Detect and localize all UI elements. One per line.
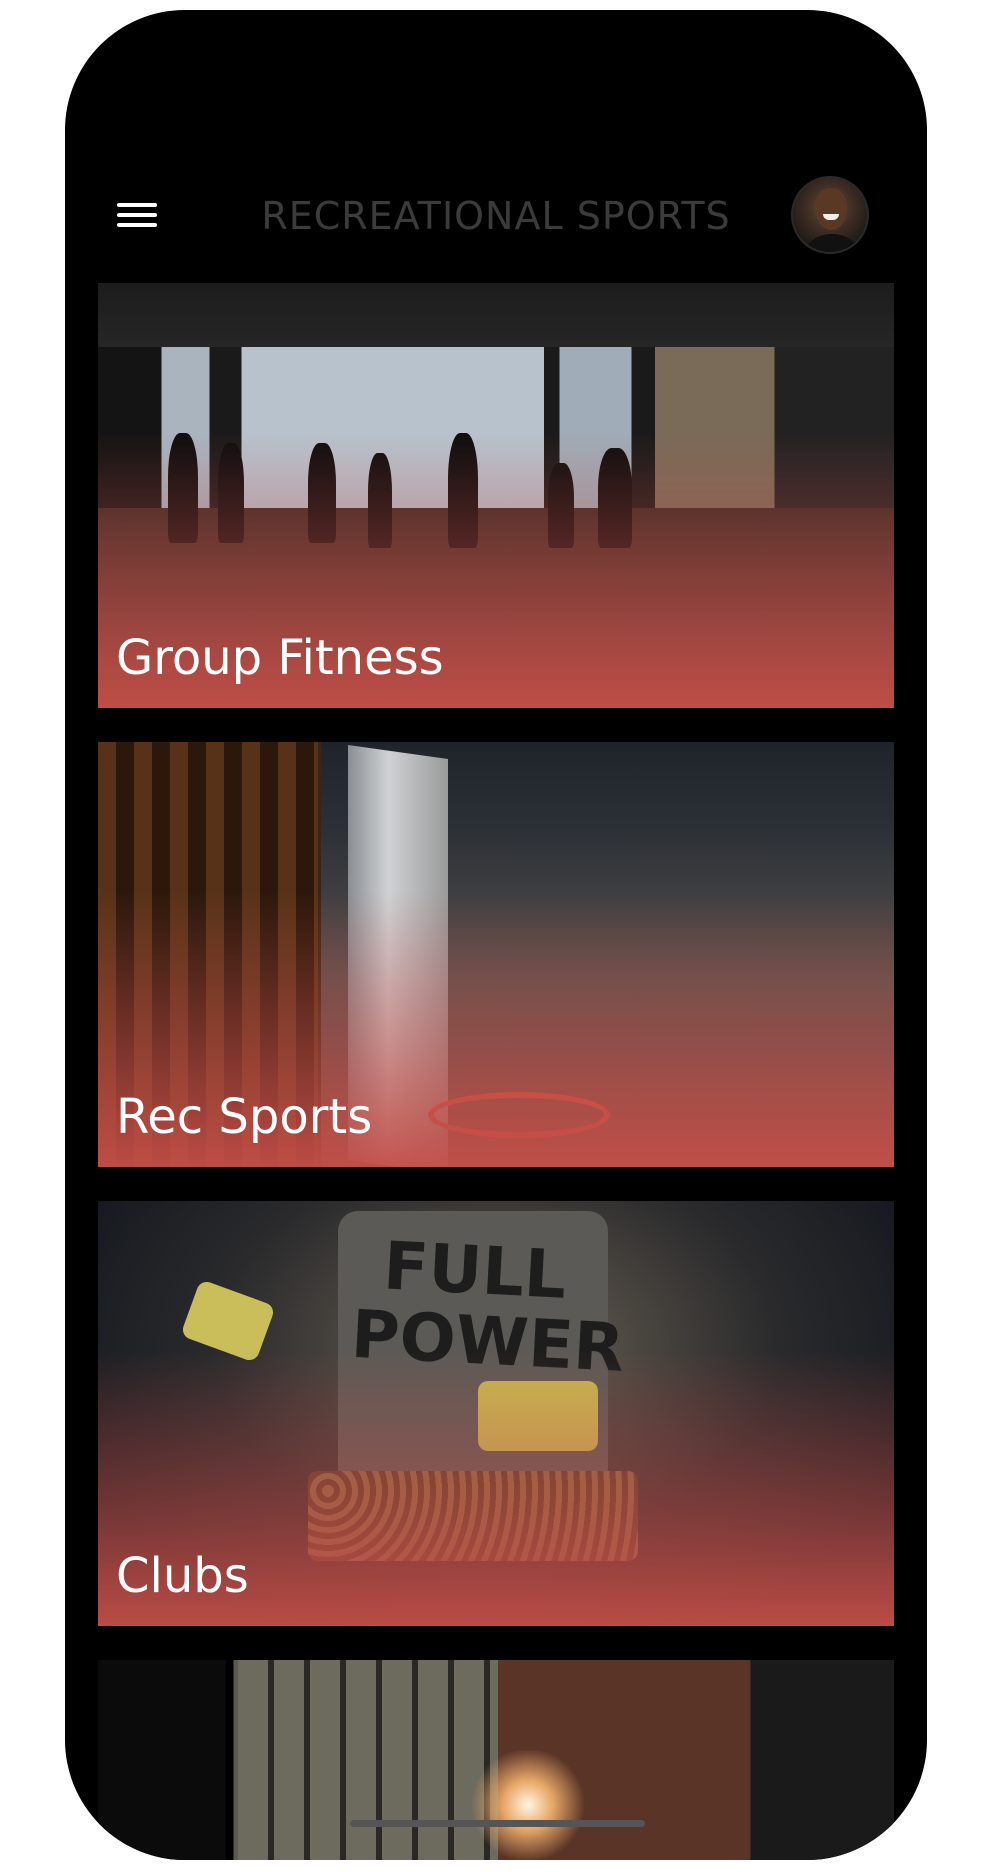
card-group-fitness[interactable]: Group Fitness — [98, 283, 894, 708]
card-label: Rec Sports — [116, 1089, 373, 1145]
card-rec-sports[interactable]: Rec Sports — [98, 742, 894, 1167]
avatar-shirt — [801, 234, 863, 252]
phone-screen: RECREATIONAL SPORTS Group Fitness Rec Sp… — [65, 10, 927, 1860]
card-label: Clubs — [116, 1548, 249, 1604]
avatar-face — [815, 188, 847, 230]
card-label: Group Fitness — [116, 630, 444, 686]
card-clubs[interactable]: FULL POWER Clubs — [98, 1201, 894, 1626]
building-glass — [238, 1660, 498, 1860]
building-light — [468, 1750, 588, 1860]
app-header: RECREATIONAL SPORTS — [65, 170, 927, 260]
avatar[interactable] — [791, 176, 869, 254]
card-building[interactable] — [98, 1660, 894, 1860]
home-indicator[interactable] — [350, 1820, 645, 1827]
